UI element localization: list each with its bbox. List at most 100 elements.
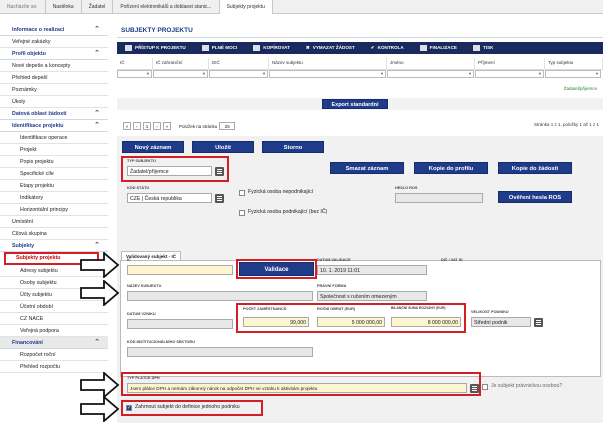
validated-subject-panel: IČ Validace DATUM VALIDACE 10. 1. 2019 1…	[120, 258, 601, 377]
sidebar-item-label: Poznámky	[12, 87, 37, 93]
single-enterprise-checkbox[interactable]	[126, 405, 132, 411]
chevron-up-icon[interactable]: ⌃	[94, 337, 100, 349]
copy-button[interactable]: KOPÍROVAT	[245, 42, 298, 54]
sidebar-item[interactable]: Nové depeše a koncepty	[0, 60, 108, 72]
export-bar: Export standardní	[117, 98, 603, 110]
breadcrumb-item-nastenka[interactable]: Nastěnka	[46, 0, 82, 14]
sidebar-item[interactable]: Přehled depeší	[0, 72, 108, 84]
company-size-label: VELIKOST PODNIKU	[471, 310, 509, 314]
sidebar-item-label: Identifikace projektu	[12, 123, 64, 129]
last-page-icon[interactable]: »	[163, 122, 171, 130]
legal-person-checkbox[interactable]	[482, 384, 488, 390]
chevron-up-icon[interactable]: ⌃	[94, 240, 100, 252]
first-page-icon[interactable]: «	[123, 122, 131, 130]
verify-ros-button[interactable]: Ověření hesla ROS	[498, 191, 572, 203]
sidebar-item[interactable]: Poznámky	[0, 84, 108, 96]
breadcrumb-item-zadatel[interactable]: Žadatel	[82, 0, 114, 14]
sidebar-item[interactable]: Etapy projektu	[0, 180, 108, 192]
ros-password-field[interactable]	[395, 193, 483, 203]
turnover-field[interactable]: 5 000 000,00	[317, 317, 385, 327]
prev-page-icon[interactable]: ‹	[133, 122, 141, 130]
column-last-name[interactable]: Příjmení	[475, 58, 545, 69]
filter-input[interactable]	[209, 70, 268, 78]
filter-input[interactable]	[387, 70, 474, 78]
legal-form-label: PRÁVNÍ FORMA	[317, 284, 347, 288]
copy-to-request-button[interactable]: Kopie do žádosti	[498, 162, 572, 174]
chevron-up-icon[interactable]: ⌃	[94, 108, 100, 120]
cancel-button[interactable]: Storno	[262, 141, 324, 153]
per-page-select[interactable]: 25	[219, 122, 236, 130]
vat-payer-type-field[interactable]: Jsem plátce DPH a nemám zákonný nárok na…	[127, 383, 467, 393]
sidebar-item[interactable]: Identifikace operace	[0, 132, 108, 144]
sidebar-item[interactable]: Úkoly	[0, 96, 108, 108]
sidebar-item[interactable]: Popis projektu	[0, 156, 108, 168]
subject-type-cell[interactable]: Žadatel/přijemce	[564, 86, 597, 91]
sidebar-item[interactable]: Projekt	[0, 144, 108, 156]
sidebar-item[interactable]: Indikátory	[0, 192, 108, 204]
arrow-annotation	[80, 280, 120, 306]
list-picker-icon[interactable]	[215, 167, 224, 176]
new-record-button[interactable]: Nový záznam	[122, 141, 184, 153]
sidebar-item-label: Informace o realizaci	[12, 27, 65, 33]
list-picker-icon[interactable]	[215, 194, 224, 203]
list-picker-icon[interactable]	[470, 384, 479, 393]
list-picker-icon[interactable]	[534, 318, 543, 327]
column-type[interactable]: Typ subjektu	[545, 58, 603, 69]
finalize-button[interactable]: FINALIZACE	[412, 42, 465, 54]
sidebar-item-label: Adresy subjektu	[20, 268, 58, 274]
sidebar-item-label: Indikátory	[20, 195, 43, 201]
copy-to-profile-button[interactable]: Kopie do profilu	[414, 162, 488, 174]
sidebar-item[interactable]: Specifické cíle	[0, 168, 108, 180]
filter-input[interactable]	[475, 70, 544, 78]
validation-date-field: 10. 1. 2019 11:01	[317, 265, 427, 275]
sidebar-item[interactable]: Informace o realizaci ⌃	[0, 24, 108, 36]
sidebar-item[interactable]: Cílová skupina	[0, 228, 108, 240]
sidebar-item-label: Subjekty	[12, 243, 35, 249]
chevron-up-icon[interactable]: ⌃	[94, 120, 100, 132]
filter-input[interactable]	[545, 70, 601, 78]
column-ic[interactable]: IČ	[117, 58, 153, 69]
table-row[interactable]: Žadatel/přijemce	[117, 84, 603, 94]
page-number[interactable]: 1	[143, 122, 151, 130]
save-button[interactable]: Uložit	[192, 141, 254, 153]
filter-input[interactable]	[117, 70, 152, 78]
validate-button[interactable]: Validace	[236, 259, 317, 279]
sidebar-item[interactable]: Profil objektu ⌃	[0, 48, 108, 60]
employees-label: POČET ZAMĚSTNANCŮ	[243, 307, 287, 311]
breadcrumb-item-project[interactable]: Pořízení elektronikálů a doblaest stanic…	[113, 0, 220, 14]
column-first-name[interactable]: Jméno	[387, 58, 475, 69]
natural-person-nonbusiness-checkbox[interactable]	[239, 190, 245, 196]
subject-type-field[interactable]: Žadatel/příjemce	[127, 166, 212, 176]
check-button[interactable]: ✔ KONTROLA	[363, 42, 412, 54]
balance-field[interactable]: 8 000 000,00	[391, 317, 461, 327]
delete-record-button[interactable]: Smazat záznam	[330, 162, 404, 174]
employees-field[interactable]: 99,000	[243, 317, 309, 327]
sidebar-item[interactable]: Veřejné zakázky	[0, 36, 108, 48]
sidebar: Informace o realizaci ⌃ Veřejné zakázky Pro…	[0, 24, 108, 423]
country-code-field[interactable]: CZE | Česká republika	[127, 193, 212, 203]
delete-request-button[interactable]: ✖ VYMAZAT ŽÁDOST	[298, 42, 363, 54]
chevron-up-icon[interactable]: ⌃	[94, 24, 100, 36]
power-of-attorney-button[interactable]: PLNÉ MOCI	[194, 42, 246, 54]
filter-input[interactable]	[269, 70, 386, 78]
chevron-up-icon[interactable]: ⌃	[94, 48, 100, 60]
filter-input[interactable]	[153, 70, 208, 78]
sidebar-item[interactable]: Datová oblast žádosti ⌃	[0, 108, 108, 120]
natural-person-business-checkbox[interactable]	[239, 210, 245, 216]
print-button[interactable]: TISK	[465, 42, 501, 54]
sidebar-item[interactable]: Rozpočet roční	[0, 349, 108, 361]
sidebar-item[interactable]: Veřejná podpora	[0, 325, 108, 337]
sidebar-item[interactable]: CZ NACE	[0, 313, 108, 325]
ic-field[interactable]	[127, 265, 233, 275]
sidebar-item[interactable]: Horizontální principy	[0, 204, 108, 216]
sidebar-item[interactable]: Identifikace projektu ⌃	[0, 120, 108, 132]
column-ic-foreign[interactable]: IČ zahraniční	[153, 58, 209, 69]
access-button[interactable]: PŘÍSTUP K PROJEKTU	[117, 42, 194, 54]
sidebar-item[interactable]: Subjekty ⌃	[0, 240, 108, 252]
export-button[interactable]: Export standardní	[322, 99, 388, 109]
next-page-icon[interactable]: ›	[153, 122, 161, 130]
sidebar-item[interactable]: Financování ⌃	[0, 337, 108, 349]
column-name[interactable]: Název subjektu	[269, 58, 387, 69]
sidebar-item[interactable]: Umístění	[0, 216, 108, 228]
column-dic[interactable]: DIČ	[209, 58, 269, 69]
